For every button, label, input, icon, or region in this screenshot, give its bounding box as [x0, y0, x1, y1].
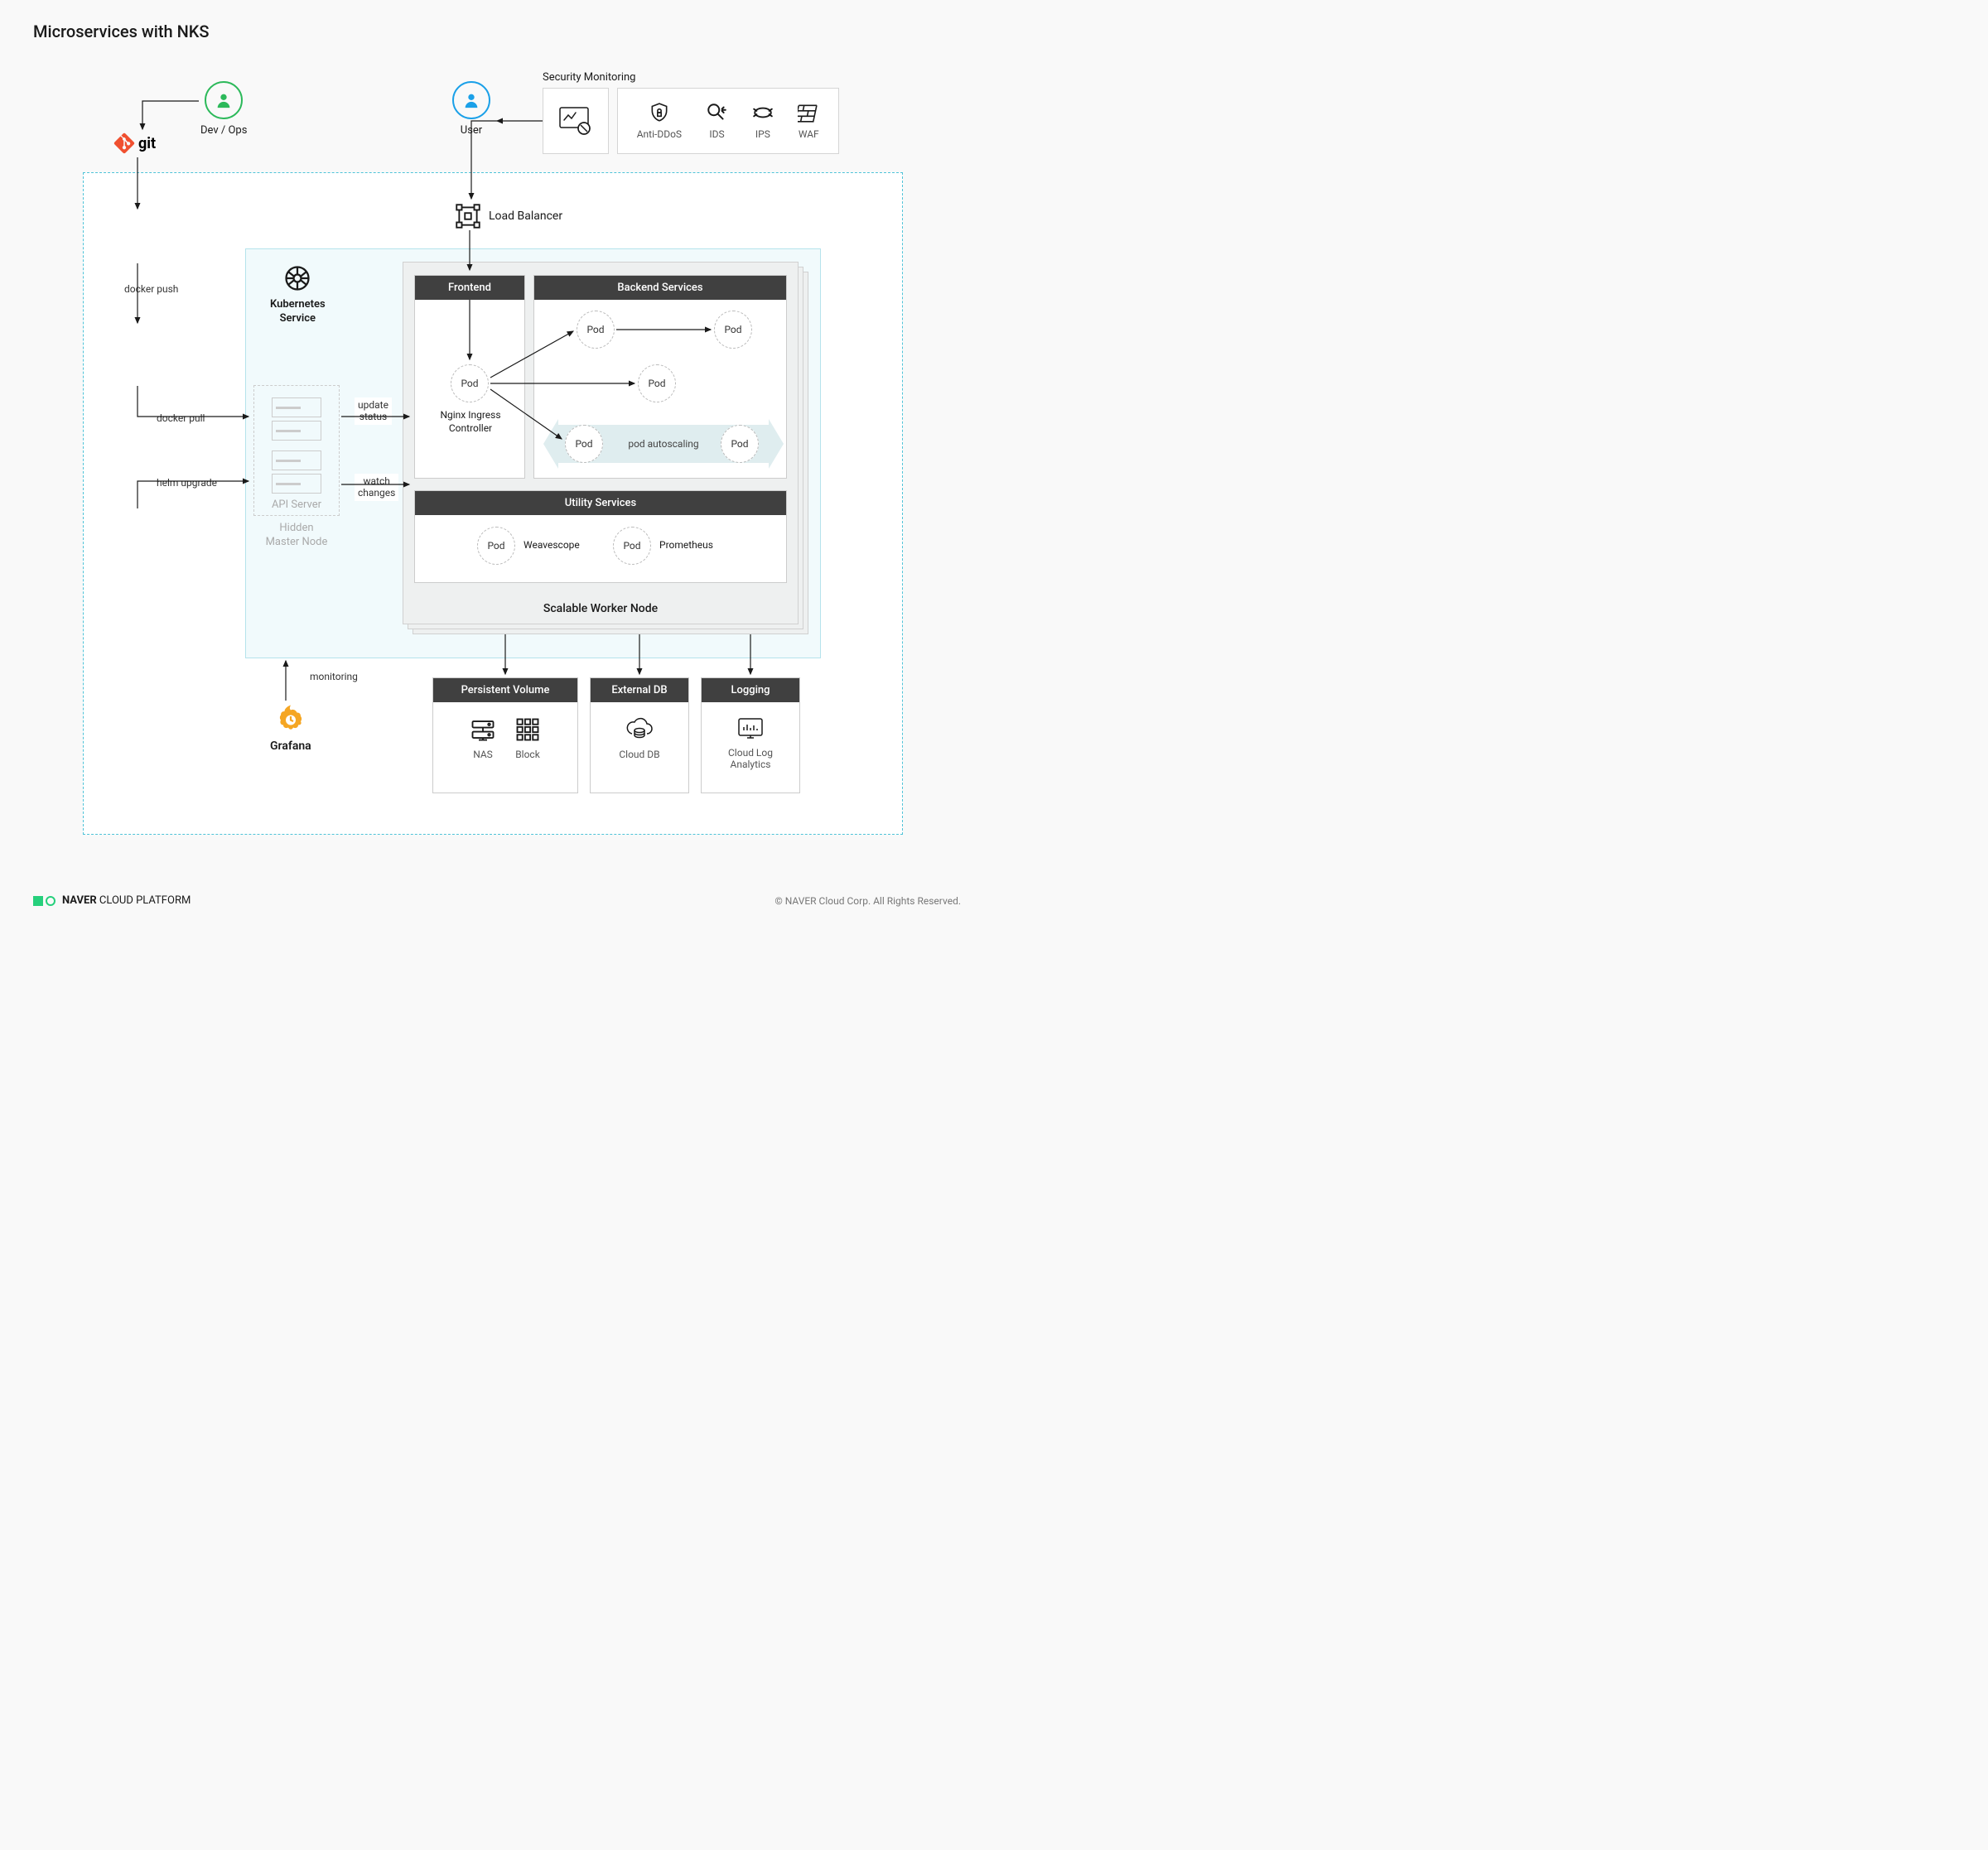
copyright: © NAVER Cloud Corp. All Rights Reserved. — [774, 895, 961, 907]
arrows-layer — [0, 0, 994, 925]
brand-logo: NAVER CLOUD PLATFORM — [33, 894, 191, 907]
